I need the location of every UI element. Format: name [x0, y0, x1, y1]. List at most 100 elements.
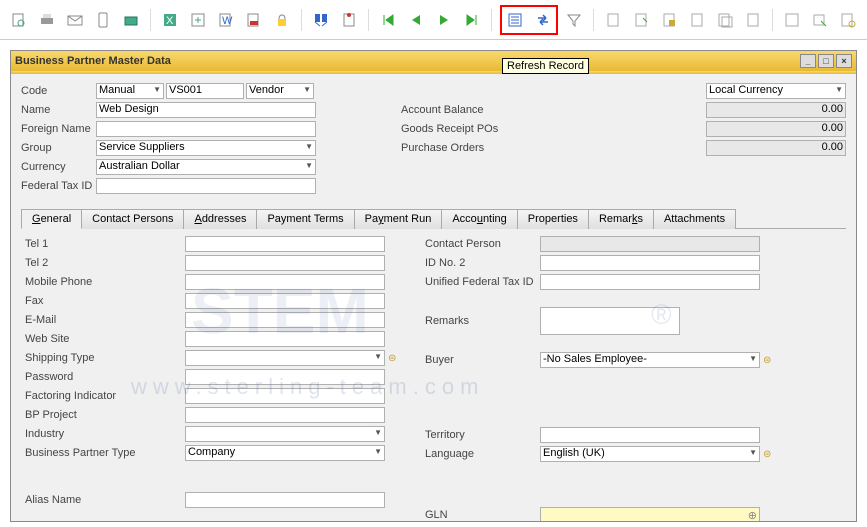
idno2-input[interactable]: [540, 255, 760, 271]
code-label: Code: [21, 85, 96, 97]
tab-remarks[interactable]: Remarks: [588, 209, 654, 229]
close-button[interactable]: ×: [836, 54, 852, 68]
refresh-list-icon[interactable]: [504, 9, 526, 31]
doc1-icon[interactable]: [602, 9, 624, 31]
last-record-icon[interactable]: [461, 9, 483, 31]
sms-icon[interactable]: [92, 9, 114, 31]
email-input[interactable]: [185, 312, 385, 328]
tel2-input[interactable]: [185, 255, 385, 271]
prev-record-icon[interactable]: [405, 9, 427, 31]
window-title: Business Partner Master Data: [15, 55, 798, 67]
language-select[interactable]: English (UK): [540, 446, 760, 462]
doc3-icon[interactable]: [658, 9, 680, 31]
doc2-icon[interactable]: [630, 9, 652, 31]
fax-input[interactable]: [185, 293, 385, 309]
tab-properties[interactable]: Properties: [517, 209, 589, 229]
doc4-icon[interactable]: [686, 9, 708, 31]
fax-icon[interactable]: [120, 9, 142, 31]
website-label: Web Site: [25, 333, 185, 345]
export-excel-icon[interactable]: X: [159, 9, 181, 31]
define-new-icon[interactable]: ⊜: [388, 353, 396, 364]
preview-icon[interactable]: [8, 9, 30, 31]
window-titlebar: Business Partner Master Data _ □ ×: [11, 51, 856, 71]
currency-label: Currency: [21, 161, 96, 173]
group-select[interactable]: Service Suppliers: [96, 140, 316, 156]
uftid-label: Unified Federal Tax ID: [425, 276, 540, 288]
email-label: E-Mail: [25, 314, 185, 326]
po-label: Purchase Orders: [401, 142, 516, 154]
layout-icon[interactable]: [781, 9, 803, 31]
next-record-icon[interactable]: [433, 9, 455, 31]
contact-person-input[interactable]: [540, 236, 760, 252]
define-new-icon[interactable]: ⊜: [763, 355, 771, 366]
export-word-icon[interactable]: W: [215, 9, 237, 31]
local-currency-select[interactable]: Local Currency: [706, 83, 846, 99]
first-record-icon[interactable]: [377, 9, 399, 31]
doc5-icon[interactable]: [714, 9, 736, 31]
add-icon[interactable]: [338, 9, 360, 31]
tab-contact-persons[interactable]: Contact Persons: [81, 209, 184, 229]
factoring-input[interactable]: [185, 388, 385, 404]
language-label: Language: [425, 448, 540, 460]
tel1-input[interactable]: [185, 236, 385, 252]
uftid-input[interactable]: [540, 274, 760, 290]
taxid-input[interactable]: [96, 178, 316, 194]
tab-addresses[interactable]: Addresses: [183, 209, 257, 229]
idno2-label: ID No. 2: [425, 257, 540, 269]
bpproject-input[interactable]: [185, 407, 385, 423]
code-type-select[interactable]: Vendor: [246, 83, 314, 99]
shiptype-label: Shipping Type: [25, 352, 185, 364]
alias-label: Alias Name: [25, 494, 185, 506]
shiptype-select[interactable]: [185, 350, 385, 366]
highlighted-toolbar-group: [500, 5, 558, 35]
po-value: 0.00: [706, 140, 846, 156]
remarks-input[interactable]: [540, 307, 680, 335]
bptype-select[interactable]: Company: [185, 445, 385, 461]
bp-master-window: Business Partner Master Data _ □ × STEM …: [10, 50, 857, 522]
currency-select[interactable]: Australian Dollar: [96, 159, 316, 175]
print-icon[interactable]: [36, 9, 58, 31]
website-input[interactable]: [185, 331, 385, 347]
minimize-button[interactable]: _: [800, 54, 816, 68]
alias-input[interactable]: [185, 492, 385, 508]
tel2-label: Tel 2: [25, 257, 185, 269]
main-toolbar: X W: [0, 0, 867, 40]
industry-select[interactable]: [185, 426, 385, 442]
tab-attachments[interactable]: Attachments: [653, 209, 736, 229]
name-label: Name: [21, 104, 96, 116]
acct-bal-value: 0.00: [706, 102, 846, 118]
code-input[interactable]: VS001: [166, 83, 244, 99]
svg-text:X: X: [166, 15, 174, 27]
password-input[interactable]: [185, 369, 385, 385]
edit-form-icon[interactable]: [809, 9, 831, 31]
lock-icon[interactable]: [271, 9, 293, 31]
fname-input[interactable]: [96, 121, 316, 137]
tab-payment-terms[interactable]: Payment Terms: [256, 209, 354, 229]
email-icon[interactable]: [64, 9, 86, 31]
territory-input[interactable]: [540, 427, 760, 443]
name-input[interactable]: Web Design: [96, 102, 316, 118]
tab-payment-run[interactable]: Payment Run: [354, 209, 443, 229]
launch-app-icon[interactable]: [187, 9, 209, 31]
industry-label: Industry: [25, 428, 185, 440]
mobile-input[interactable]: [185, 274, 385, 290]
export-pdf-icon[interactable]: [243, 9, 265, 31]
tab-accounting[interactable]: Accounting: [441, 209, 517, 229]
tab-general[interactable]: General: [21, 209, 82, 229]
fax-label: Fax: [25, 295, 185, 307]
password-label: Password: [25, 371, 185, 383]
code-mode-select[interactable]: Manual: [96, 83, 164, 99]
fname-label: Foreign Name: [21, 123, 96, 135]
maximize-button[interactable]: □: [818, 54, 834, 68]
grpo-value: 0.00: [706, 121, 846, 137]
gln-label: GLN: [425, 509, 540, 521]
find-icon[interactable]: [310, 9, 332, 31]
buyer-select[interactable]: -No Sales Employee-: [540, 352, 760, 368]
define-new-icon[interactable]: ⊜: [763, 449, 771, 460]
tooltip: Refresh Record: [502, 58, 589, 74]
filter-icon[interactable]: [564, 9, 586, 31]
settings-form-icon[interactable]: [837, 9, 859, 31]
refresh-record-icon[interactable]: [532, 9, 554, 31]
doc6-icon[interactable]: [742, 9, 764, 31]
gln-input[interactable]: ⊕: [540, 507, 760, 521]
